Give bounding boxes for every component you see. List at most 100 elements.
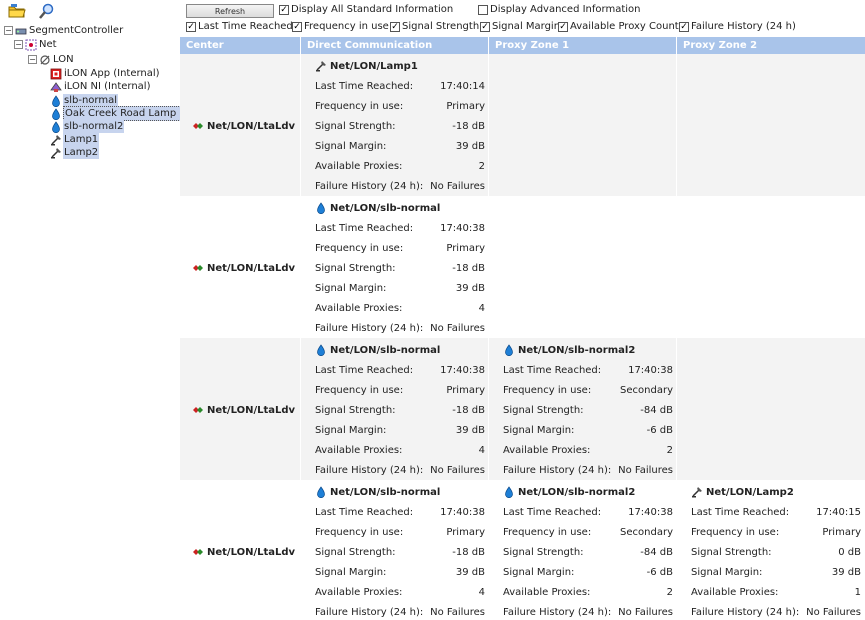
collapse-icon[interactable]: − xyxy=(4,26,13,35)
proxy-zone-1-cell xyxy=(489,196,677,338)
refresh-button[interactable]: Refresh xyxy=(186,4,274,18)
signal-strength-value: 0 dB xyxy=(838,546,861,558)
frequency-line: Frequency in use: Secondary xyxy=(503,380,673,400)
option-available-proxy-count[interactable]: ✓ Available Proxy Count xyxy=(558,21,679,32)
option-signal-strength[interactable]: ✓ Signal Strength xyxy=(390,21,479,32)
tree-node-label: Oak Creek Road Lamp ( xyxy=(63,106,186,121)
open-folder-icon[interactable] xyxy=(8,3,26,19)
drop-icon xyxy=(315,344,327,357)
checkbox-checked-icon[interactable]: ✓ xyxy=(292,21,302,32)
collapse-icon[interactable]: − xyxy=(28,55,37,64)
device-title[interactable]: Net/LON/slb-normal xyxy=(315,198,485,218)
direct-communication-cell: Net/LON/slb-normal Last Time Reached: 17:… xyxy=(301,196,489,338)
option-signal-margin[interactable]: ✓ Signal Margin xyxy=(480,21,560,32)
checkbox-checked-icon[interactable]: ✓ xyxy=(480,21,490,32)
option-frequency-in-use[interactable]: ✓ Frequency in use xyxy=(292,21,389,32)
tree-node-lamp2[interactable]: Lamp2 xyxy=(50,146,100,159)
table-row: Net/LON/LtaLdv Net/LON/slb-normal Last T… xyxy=(180,196,865,338)
direct-communication-cell: Net/LON/slb-normal Last Time Reached: 17:… xyxy=(301,480,489,620)
search-icon[interactable] xyxy=(38,3,56,19)
center-device-icon xyxy=(192,262,204,274)
field-label: Available Proxies: xyxy=(315,444,403,456)
frequency-value: Primary xyxy=(446,384,485,396)
tree-node-slb-normal2[interactable]: slb-normal2 xyxy=(50,120,125,133)
center-device[interactable]: Net/LON/LtaLdv xyxy=(192,546,295,558)
center-cell: Net/LON/LtaLdv xyxy=(180,196,301,338)
field-label: Available Proxies: xyxy=(315,302,403,314)
field-label: Available Proxies: xyxy=(691,586,779,598)
failure-history-line: Failure History (24 h): No Failures xyxy=(315,176,485,196)
tree-node-ilon-ni[interactable]: iLON NI (Internal) xyxy=(50,80,151,93)
field-label: Signal Strength: xyxy=(315,546,396,558)
device-name: Net/LON/slb-normal xyxy=(330,202,441,214)
drop-icon xyxy=(50,107,62,120)
center-cell: Net/LON/LtaLdv xyxy=(180,480,301,620)
checkbox-checked-icon[interactable]: ✓ xyxy=(679,21,689,32)
display-advanced-checkbox[interactable]: Display Advanced Information xyxy=(478,4,641,15)
center-device-label: Net/LON/LtaLdv xyxy=(207,546,296,558)
checkbox-checked-icon[interactable]: ✓ xyxy=(558,21,568,32)
device-info: Net/LON/slb-normal Last Time Reached: 17:… xyxy=(315,482,485,620)
last-time-reached-value: 17:40:14 xyxy=(440,80,485,92)
signal-margin-value: 39 dB xyxy=(455,424,485,436)
device-title[interactable]: Net/LON/Lamp2 xyxy=(691,482,861,502)
center-device-label: Net/LON/LtaLdv xyxy=(207,262,296,274)
drop-icon xyxy=(50,94,62,107)
display-all-standard-checkbox[interactable]: ✓ Display All Standard Information xyxy=(279,4,453,15)
collapse-icon[interactable]: − xyxy=(14,40,23,49)
tree-node-ilon-app[interactable]: iLON App (Internal) xyxy=(50,67,161,80)
device-title[interactable]: Net/LON/slb-normal xyxy=(315,482,485,502)
checkbox-unchecked-icon[interactable] xyxy=(478,4,488,15)
tree-toolbar xyxy=(8,3,56,19)
signal-strength-value: -84 dB xyxy=(640,546,673,558)
tree-node-oak-creek-road-lamp[interactable]: Oak Creek Road Lamp ( xyxy=(50,106,186,121)
frequency-line: Frequency in use: Secondary xyxy=(503,522,673,542)
device-title[interactable]: Net/LON/Lamp1 xyxy=(315,56,485,76)
field-label: Last Time Reached: xyxy=(315,80,414,92)
signal-strength-value: -84 dB xyxy=(640,404,673,416)
signal-margin-line: Signal Margin: 39 dB xyxy=(315,420,485,440)
tree-node-lon[interactable]: − LON xyxy=(28,53,75,66)
last-time-reached-line: Last Time Reached: 17:40:38 xyxy=(503,502,673,522)
device-info: Net/LON/Lamp2 Last Time Reached: 17:40:15… xyxy=(691,482,861,620)
frequency-line: Frequency in use: Primary xyxy=(315,96,485,116)
field-label: Signal Strength: xyxy=(503,404,584,416)
tree-node-label: SegmentController xyxy=(29,25,124,36)
option-last-time-reached[interactable]: ✓ Last Time Reached xyxy=(186,21,293,32)
tree-node-label: LON xyxy=(53,54,74,65)
frequency-line: Frequency in use: Primary xyxy=(691,522,861,542)
last-time-reached-line: Last Time Reached: 17:40:38 xyxy=(315,360,485,380)
last-time-reached-value: 17:40:38 xyxy=(440,506,485,518)
device-title[interactable]: Net/LON/slb-normal xyxy=(315,340,485,360)
proxy-zone-1-cell: Net/LON/slb-normal2 Last Time Reached: 17… xyxy=(489,338,677,480)
checkbox-checked-icon[interactable]: ✓ xyxy=(390,21,400,32)
signal-strength-line: Signal Strength: -18 dB xyxy=(315,542,485,562)
center-device[interactable]: Net/LON/LtaLdv xyxy=(192,262,295,274)
field-label: Signal Margin: xyxy=(503,424,575,436)
field-label: Frequency in use: xyxy=(315,384,404,396)
device-title[interactable]: Net/LON/slb-normal2 xyxy=(503,340,673,360)
available-proxies-line: Available Proxies: 1 xyxy=(691,582,861,602)
center-device[interactable]: Net/LON/LtaLdv xyxy=(192,404,295,416)
tree-node-lamp1[interactable]: Lamp1 xyxy=(50,133,100,146)
direct-communication-cell: Net/LON/slb-normal Last Time Reached: 17:… xyxy=(301,338,489,480)
tree-node-segment-controller[interactable]: − SegmentController xyxy=(4,24,124,37)
field-label: Frequency in use: xyxy=(691,526,780,538)
tree-node-label: iLON App (Internal) xyxy=(64,68,160,79)
checkbox-checked-icon[interactable]: ✓ xyxy=(186,21,196,32)
field-label: Last Time Reached: xyxy=(315,222,414,234)
signal-strength-value: -18 dB xyxy=(452,262,485,274)
option-label: Frequency in use xyxy=(304,21,389,32)
frequency-value: Primary xyxy=(446,100,485,112)
device-name: Net/LON/Lamp2 xyxy=(706,486,794,498)
tree-node-net[interactable]: − Net xyxy=(14,38,58,51)
signal-strength-value: -18 dB xyxy=(452,120,485,132)
center-device[interactable]: Net/LON/LtaLdv xyxy=(192,120,295,132)
failure-history-value: No Failures xyxy=(430,464,485,476)
field-label: Last Time Reached: xyxy=(503,506,602,518)
device-title[interactable]: Net/LON/slb-normal2 xyxy=(503,482,673,502)
checkbox-checked-icon[interactable]: ✓ xyxy=(279,4,289,15)
option-failure-history[interactable]: ✓ Failure History (24 h) xyxy=(679,21,796,32)
lon-channel-icon xyxy=(39,54,51,66)
available-proxies-value: 1 xyxy=(854,586,861,598)
